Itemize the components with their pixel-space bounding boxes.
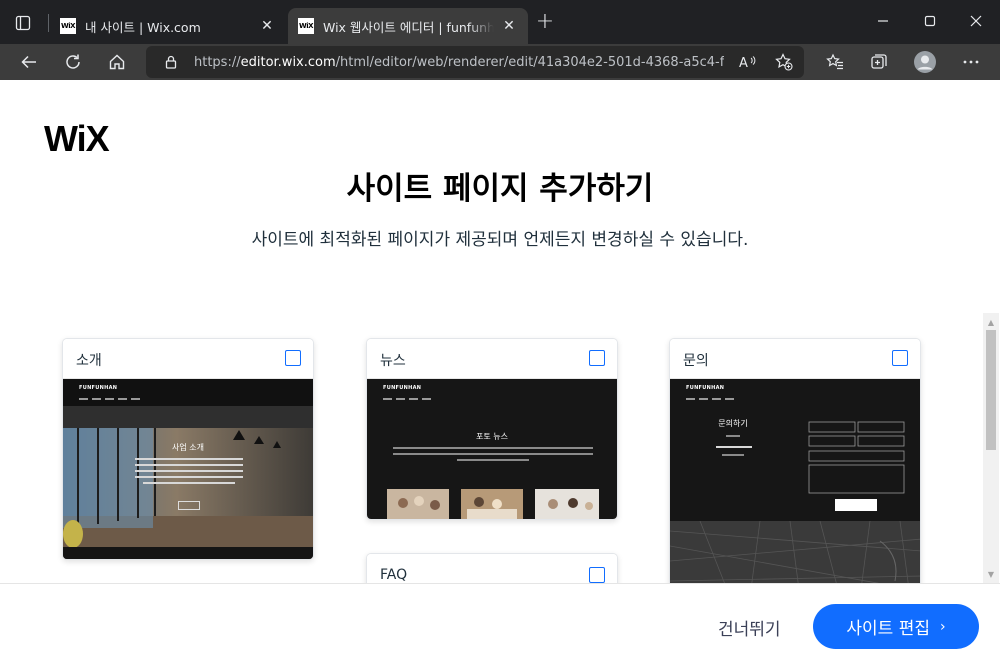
preview-text-line — [135, 458, 243, 460]
browser-titlebar: WiX 내 사이트 | Wix.com ✕ WiX Wix 웹사이트 에디터 |… — [0, 0, 1000, 44]
tab-separator — [48, 14, 49, 32]
chevron-right-icon: › — [940, 618, 946, 635]
page-card-about[interactable]: 소개 FUNFUNHAN 사업 소개 — [62, 338, 314, 560]
wix-favicon-icon: WiX — [60, 18, 76, 34]
page-preview-thumbnail: FUNFUNHAN 문의하기 — [670, 379, 920, 597]
svg-text:A: A — [739, 56, 748, 70]
card-label: 소개 — [76, 353, 102, 369]
photo-thumbnails — [387, 489, 599, 519]
scrollbar[interactable]: ▲ ▼ — [983, 313, 999, 583]
preview-brand: FUNFUNHAN — [79, 385, 118, 391]
preview-text-line — [135, 464, 243, 466]
preview-nav — [686, 398, 734, 400]
lock-icon[interactable] — [164, 55, 178, 69]
home-icon[interactable] — [102, 47, 132, 77]
preview-text-line — [726, 435, 740, 437]
close-window-icon[interactable] — [953, 6, 999, 36]
select-checkbox[interactable] — [589, 567, 605, 583]
url-text[interactable]: https://editor.wix.com/html/editor/web/r… — [194, 55, 724, 70]
card-label: FAQ — [380, 567, 408, 583]
preview-brand: FUNFUNHAN — [686, 385, 725, 391]
card-header: 소개 — [63, 339, 313, 379]
page-card-contact[interactable]: 문의 FUNFUNHAN 문의하기 — [669, 338, 921, 598]
page-card-news[interactable]: 뉴스 FUNFUNHAN 포토 뉴스 — [366, 338, 618, 520]
preview-heading: 사업 소개 — [172, 443, 204, 452]
edit-site-button[interactable]: 사이트 편집 › — [813, 604, 979, 649]
wix-favicon-icon: WiX — [298, 18, 314, 34]
wix-logo: WiX — [44, 118, 110, 159]
url-domain: editor.wix.com — [240, 54, 336, 70]
close-tab-icon[interactable]: ✕ — [258, 17, 276, 35]
browser-toolbar: https://editor.wix.com/html/editor/web/r… — [0, 44, 1000, 80]
card-label: 문의 — [683, 353, 709, 369]
select-checkbox[interactable] — [285, 350, 301, 366]
scrollbar-thumb[interactable] — [986, 330, 996, 450]
contact-form-preview — [808, 421, 905, 511]
preview-text-line — [393, 447, 593, 449]
address-bar[interactable]: https://editor.wix.com/html/editor/web/r… — [146, 46, 804, 78]
preview-nav — [79, 398, 140, 400]
back-arrow-icon[interactable] — [14, 47, 44, 77]
refresh-icon[interactable] — [58, 47, 88, 77]
select-checkbox[interactable] — [589, 350, 605, 366]
close-tab-icon[interactable]: ✕ — [500, 17, 518, 35]
page-subtitle: 사이트에 최적화된 페이지가 제공되며 언제든지 변경하실 수 있습니다. — [251, 230, 749, 250]
preview-heading: 포토 뉴스 — [476, 432, 508, 441]
card-header: 뉴스 — [367, 339, 617, 379]
preview-text-line — [393, 453, 593, 455]
minimize-icon[interactable] — [860, 6, 906, 36]
tab-wix-editor[interactable]: WiX Wix 웹사이트 에디터 | funfunhan ✕ — [288, 8, 528, 44]
page-preview-thumbnail: FUNFUNHAN 사업 소개 — [63, 379, 313, 559]
preview-text-line — [143, 482, 235, 484]
preview-text-line — [135, 470, 243, 472]
collections-icon[interactable] — [864, 47, 894, 77]
preview-text-line — [457, 459, 529, 461]
scroll-down-icon[interactable]: ▼ — [983, 567, 999, 581]
select-checkbox[interactable] — [892, 350, 908, 366]
profile-avatar-icon[interactable] — [910, 47, 940, 77]
url-path: /html/editor/web/renderer/edit/41a304e2-… — [335, 54, 724, 70]
card-label: 뉴스 — [380, 353, 406, 369]
preview-nav — [383, 398, 431, 400]
new-tab-icon[interactable]: + — [534, 11, 556, 34]
edit-site-label: 사이트 편집 — [846, 619, 930, 639]
add-pages-panel: WiX 사이트 페이지 추가하기 사이트에 최적화된 페이지가 제공되며 언제든… — [0, 80, 1000, 667]
url-prefix: https:// — [194, 54, 241, 70]
preview-text-line — [135, 476, 243, 478]
tab-title: Wix 웹사이트 에디터 | funfunhan — [323, 19, 494, 35]
read-aloud-icon[interactable]: A — [738, 52, 758, 72]
scroll-up-icon[interactable]: ▲ — [983, 315, 999, 329]
skip-button[interactable]: 건너뛰기 — [718, 615, 781, 640]
preview-button — [178, 501, 200, 510]
dialog-footer: 건너뛰기 사이트 편집 › — [0, 583, 1000, 667]
maximize-icon[interactable] — [907, 6, 953, 36]
tab-title: 내 사이트 | Wix.com — [85, 19, 201, 35]
favorites-icon[interactable] — [820, 47, 850, 77]
card-header: 문의 — [670, 339, 920, 379]
page-preview-thumbnail: FUNFUNHAN 포토 뉴스 — [367, 379, 617, 519]
add-favorite-icon[interactable] — [774, 52, 794, 72]
page-title: 사이트 페이지 추가하기 — [346, 171, 654, 207]
tab-my-sites[interactable]: WiX 내 사이트 | Wix.com ✕ — [50, 8, 286, 44]
preview-text-line — [716, 446, 752, 448]
preview-brand: FUNFUNHAN — [383, 385, 422, 391]
tab-actions-icon[interactable] — [8, 8, 38, 38]
preview-text-line — [722, 454, 744, 456]
preview-heading: 문의하기 — [718, 419, 748, 428]
more-menu-icon[interactable] — [956, 47, 986, 77]
